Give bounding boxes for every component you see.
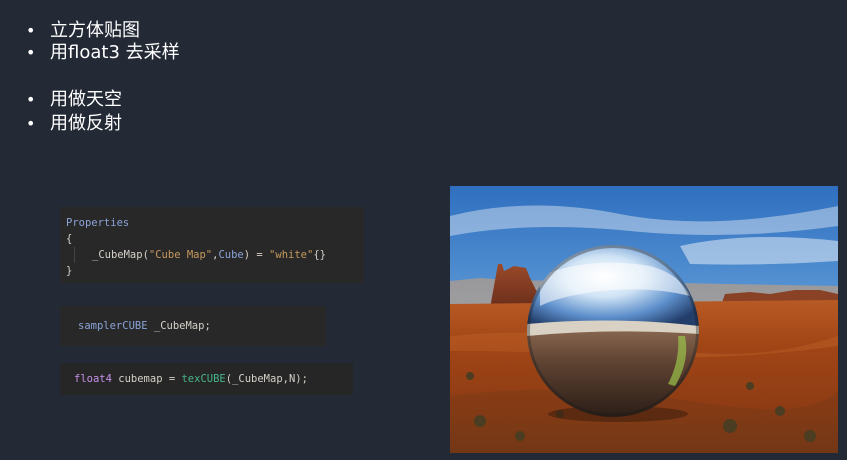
code-text: {} bbox=[313, 249, 326, 261]
texcube-code-block: float4 cubemap = texCUBE(_CubeMap,N); bbox=[60, 363, 353, 395]
code-text: (_CubeMap,N); bbox=[225, 373, 308, 385]
bullet-text: 用float3 去采样 bbox=[50, 42, 180, 63]
code-text: _CubeMap; bbox=[147, 320, 211, 332]
code-keyword: Cube bbox=[218, 249, 244, 261]
code-brace: { bbox=[66, 233, 73, 245]
bullet-dot: • bbox=[26, 43, 36, 62]
code-brace: } bbox=[66, 265, 73, 277]
bullet-text: 用做反射 bbox=[50, 113, 122, 134]
code-string: "white" bbox=[269, 249, 314, 261]
desert-sphere-illustration bbox=[450, 186, 838, 453]
code-keyword: samplerCUBE bbox=[78, 320, 148, 332]
sampler-code-block: samplerCUBE _CubeMap; bbox=[60, 306, 326, 346]
reflective-sphere-image bbox=[450, 186, 838, 453]
code-string: "Cube Map" bbox=[148, 249, 213, 261]
code-text: cubemap = bbox=[111, 373, 182, 385]
bullet-text: 立方体贴图 bbox=[50, 20, 140, 41]
code-text: ) = bbox=[243, 249, 270, 261]
bullet-text: 用做天空 bbox=[50, 89, 122, 110]
bullet-item: • 用做天空 bbox=[26, 89, 122, 111]
bullet-dot: • bbox=[26, 90, 36, 109]
bullet-dot: • bbox=[26, 21, 36, 40]
code-line: Properties bbox=[66, 215, 358, 231]
code-line: } bbox=[66, 263, 358, 279]
code-line: _CubeMap("Cube Map",Cube) = "white"{} bbox=[66, 247, 358, 263]
code-line: { bbox=[66, 231, 358, 247]
properties-code-block: Properties { _CubeMap("Cube Map",Cube) =… bbox=[60, 207, 364, 283]
code-type: float4 bbox=[74, 373, 112, 385]
bullet-dot: • bbox=[26, 114, 36, 133]
bullet-item: • 立方体贴图 bbox=[26, 20, 140, 42]
bullet-item: • 用float3 去采样 bbox=[26, 42, 180, 64]
code-text: _CubeMap( bbox=[92, 249, 149, 261]
code-function: texCUBE bbox=[181, 373, 226, 385]
code-keyword: Properties bbox=[66, 217, 130, 229]
bullet-item: • 用做反射 bbox=[26, 113, 122, 135]
